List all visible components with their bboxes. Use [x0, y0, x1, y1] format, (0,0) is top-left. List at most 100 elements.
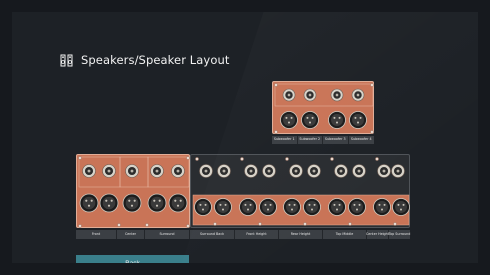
xlr-pin — [90, 199, 93, 202]
xlr-pin — [306, 116, 309, 119]
screw-icon — [375, 157, 379, 161]
screen: Speakers/Speaker Layout Subwoofer 1 Subw… — [12, 12, 478, 263]
xlr-pin — [110, 199, 113, 202]
xlr-pin — [128, 199, 131, 202]
xlr-pin — [219, 203, 222, 206]
rca-jack-pin — [287, 93, 291, 97]
xlr-pin — [308, 121, 312, 124]
xlr-pin — [85, 199, 88, 202]
xlr-pin — [87, 204, 91, 207]
xlr-jack-inner — [150, 196, 164, 210]
xlr-jack-inner — [82, 196, 96, 210]
page-title: Speakers/Speaker Layout — [81, 53, 230, 67]
main-preout-panel — [76, 154, 190, 228]
subwoofer-label: Subwoofer 1 — [272, 136, 298, 144]
height-back-jacks — [192, 157, 410, 226]
xlr-pin — [249, 203, 252, 206]
xlr-pin — [264, 203, 267, 206]
rca-jack-pin — [356, 93, 360, 97]
xlr-pin — [397, 203, 400, 206]
subwoofer-label-strip: Subwoofer 1 Subwoofer 2 Subwoofer 3 Subw… — [272, 136, 374, 144]
xlr-pin — [105, 199, 108, 202]
channel-label: Surround — [145, 230, 190, 239]
channel-label: Top Middle — [323, 230, 367, 239]
channel-label: Front — [76, 230, 117, 239]
xlr-jack-inner — [283, 114, 295, 126]
screw-icon — [213, 222, 217, 226]
speaker-pair-icon — [60, 54, 73, 66]
page-header: Speakers/Speaker Layout — [60, 52, 229, 68]
xlr-pin — [269, 203, 272, 206]
rca-jack-pin — [204, 169, 208, 173]
xlr-pin — [310, 208, 314, 211]
rca-jack-pin — [267, 169, 271, 173]
rca-jack-pin — [312, 169, 316, 173]
xlr-jack-inner — [102, 196, 116, 210]
channel-label: Center — [117, 230, 145, 239]
xlr-pin — [313, 203, 316, 206]
screw-icon — [145, 223, 149, 227]
rca-jack-pin — [294, 169, 298, 173]
xlr-pin — [221, 208, 225, 211]
xlr-pin — [338, 203, 341, 206]
xlr-pin — [155, 204, 159, 207]
xlr-pin — [290, 116, 293, 119]
xlr-pin — [383, 203, 386, 206]
rca-jack-pin — [382, 169, 386, 173]
rca-jack-pin — [107, 169, 111, 173]
xlr-pin — [308, 203, 311, 206]
xlr-pin — [199, 203, 202, 206]
screw-icon — [274, 130, 278, 134]
xlr-pin — [293, 203, 296, 206]
xlr-pin — [359, 116, 362, 119]
screw-icon — [330, 157, 334, 161]
xlr-jack-inner — [242, 201, 254, 213]
extended-preout-panel — [190, 154, 410, 228]
xlr-jack-inner — [376, 201, 388, 213]
screw-icon — [274, 83, 278, 87]
screw-icon — [348, 222, 352, 226]
screw-icon — [195, 157, 199, 161]
xlr-pin — [153, 199, 156, 202]
xlr-jack-inner — [197, 201, 209, 213]
rca-jack-pin — [130, 169, 134, 173]
xlr-pin — [288, 203, 291, 206]
rca-jack-pin — [87, 169, 91, 173]
channel-label: Front Height — [235, 230, 279, 239]
xlr-pin — [335, 121, 339, 124]
xlr-jack-inner — [262, 201, 274, 213]
xlr-pin — [176, 204, 180, 207]
xlr-pin — [285, 116, 288, 119]
xlr-jack-inner — [351, 201, 363, 213]
xlr-pin — [402, 203, 405, 206]
xlr-pin — [246, 208, 250, 211]
xlr-jack-inner — [217, 201, 229, 213]
screw-icon — [117, 223, 121, 227]
channel-label: Surround Back — [190, 230, 235, 239]
rca-jack-pin — [357, 169, 361, 173]
rca-jack-pin — [222, 169, 226, 173]
rca-jack-pin — [176, 169, 180, 173]
xlr-pin — [287, 121, 291, 124]
rca-jack-pin — [339, 169, 343, 173]
xlr-pin — [380, 208, 384, 211]
main-label-strip: Front Center Surround Surround Back Fron… — [76, 230, 410, 239]
xlr-jack-inner — [331, 114, 343, 126]
xlr-pin — [354, 116, 357, 119]
subwoofer-label: Subwoofer 2 — [298, 136, 323, 144]
xlr-pin — [158, 199, 161, 202]
screw-icon — [78, 156, 82, 160]
xlr-jack-inner — [125, 196, 139, 210]
subwoofer-label: Subwoofer 3 — [323, 136, 349, 144]
rca-jack-pin — [396, 169, 400, 173]
xlr-pin — [378, 203, 381, 206]
subwoofer-jacks — [274, 83, 374, 134]
xlr-pin — [311, 116, 314, 119]
rca-jack-pin — [155, 169, 159, 173]
xlr-jack-inner — [352, 114, 364, 126]
xlr-pin — [133, 199, 136, 202]
rca-jack-pin — [308, 93, 312, 97]
back-button[interactable]: Back — [76, 255, 189, 263]
xlr-pin — [107, 204, 111, 207]
xlr-pin — [204, 203, 207, 206]
